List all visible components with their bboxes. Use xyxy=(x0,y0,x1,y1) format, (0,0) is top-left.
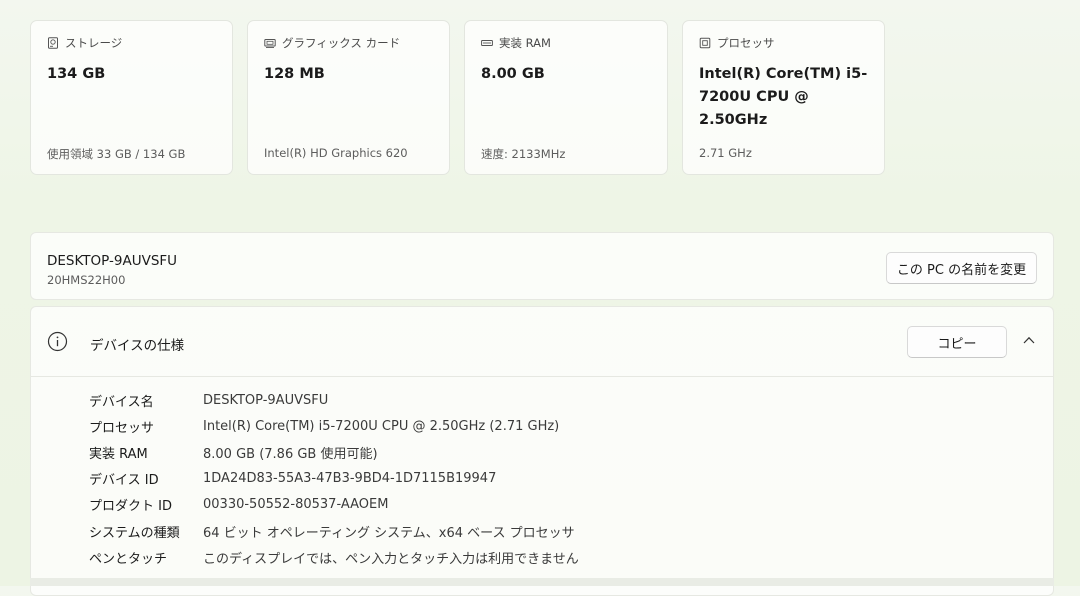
spec-value: 64 ビット オペレーティング システム、x64 ベース プロセッサ xyxy=(203,525,575,541)
processor-icon xyxy=(699,37,711,49)
next-section-edge xyxy=(30,578,1054,586)
storage-label: ストレージ xyxy=(65,36,123,50)
storage-icon xyxy=(48,37,58,49)
spec-row-processor: プロセッサ Intel(R) Core(TM) i5-7200U CPU @ 2.… xyxy=(89,413,579,439)
storage-card[interactable]: ストレージ 134 GB 使用領域 33 GB / 134 GB xyxy=(30,20,233,175)
chevron-up-icon[interactable] xyxy=(1023,336,1035,344)
spec-value: 8.00 GB (7.86 GB 使用可能) xyxy=(203,446,378,462)
device-name-panel: DESKTOP-9AUVSFU 20HMS22H00 この PC の名前を変更 xyxy=(30,232,1054,300)
device-specs-header[interactable]: デバイスの仕様 コピー xyxy=(31,307,1053,377)
spec-value: DESKTOP-9AUVSFU xyxy=(203,392,329,408)
spec-key: 実装 RAM xyxy=(89,446,148,462)
processor-value: Intel(R) Core(TM) i5-7200U CPU @ 2.50GHz xyxy=(699,66,868,128)
spec-row-device-id: デバイス ID 1DA24D83-55A3-47B3-9BD4-1D7115B19… xyxy=(89,466,579,492)
spec-key: ペンとタッチ xyxy=(89,551,168,567)
processor-label: プロセッサ xyxy=(717,36,775,50)
spec-row-device-name: デバイス名 DESKTOP-9AUVSFU xyxy=(89,387,579,413)
rename-pc-button[interactable]: この PC の名前を変更 xyxy=(886,252,1037,284)
processor-speed: 2.71 GHz xyxy=(699,146,752,160)
spec-value: このディスプレイでは、ペン入力とタッチ入力は利用できません xyxy=(203,551,579,567)
spec-row-pen-touch: ペンとタッチ このディスプレイでは、ペン入力とタッチ入力は利用できません xyxy=(89,544,579,570)
device-specs-title: デバイスの仕様 xyxy=(90,338,185,354)
info-icon xyxy=(47,331,68,352)
device-model: 20HMS22H00 xyxy=(47,273,126,287)
graphics-card-label: グラフィックス カード xyxy=(282,36,401,50)
graphics-card-card[interactable]: グラフィックス カード 128 MB Intel(R) HD Graphics … xyxy=(247,20,450,175)
ram-speed: 速度: 2133MHz xyxy=(481,147,566,161)
storage-value: 134 GB xyxy=(47,66,106,82)
spec-key: プロセッサ xyxy=(89,420,155,436)
spec-value: 00330-50552-80537-AAOEM xyxy=(203,497,389,513)
spec-value: 1DA24D83-55A3-47B3-9BD4-1D7115B19947 xyxy=(203,471,497,487)
ram-value: 8.00 GB xyxy=(481,66,545,82)
copy-button[interactable]: コピー xyxy=(907,326,1007,358)
ram-icon xyxy=(481,40,493,46)
ram-label: 実装 RAM xyxy=(499,36,551,50)
graphics-card-icon xyxy=(264,39,276,48)
storage-usage: 使用領域 33 GB / 134 GB xyxy=(47,147,186,161)
spec-row-ram: 実装 RAM 8.00 GB (7.86 GB 使用可能) xyxy=(89,439,579,465)
spec-key: デバイス ID xyxy=(89,473,159,489)
device-name: DESKTOP-9AUVSFU xyxy=(47,253,178,269)
spec-key: プロダクト ID xyxy=(89,499,172,515)
ram-card[interactable]: 実装 RAM 8.00 GB 速度: 2133MHz xyxy=(464,20,668,175)
graphics-card-value: 128 MB xyxy=(264,66,325,82)
spec-key: システムの種類 xyxy=(89,525,180,541)
device-specs-list: デバイス名 DESKTOP-9AUVSFU プロセッサ Intel(R) Core(… xyxy=(89,387,579,570)
spec-row-system-type: システムの種類 64 ビット オペレーティング システム、x64 ベース プロセッ… xyxy=(89,518,579,544)
processor-card[interactable]: プロセッサ Intel(R) Core(TM) i5-7200U CPU @ 2… xyxy=(682,20,885,175)
spec-value: Intel(R) Core(TM) i5-7200U CPU @ 2.50GHz… xyxy=(203,418,560,434)
spec-key: デバイス名 xyxy=(89,394,154,410)
device-specs-panel: デバイスの仕様 コピー デバイス名 DESKTOP-9AUVSFU プロセッサ In… xyxy=(30,306,1054,596)
graphics-card-model: Intel(R) HD Graphics 620 xyxy=(264,146,408,160)
spec-row-product-id: プロダクト ID 00330-50552-80537-AAOEM xyxy=(89,492,579,518)
